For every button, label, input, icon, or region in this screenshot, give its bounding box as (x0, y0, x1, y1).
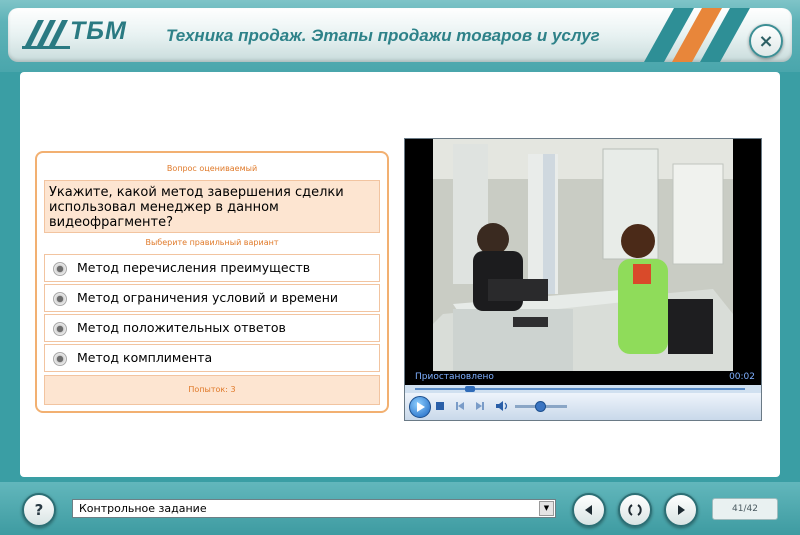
attempts-box: Попыток: 3 (44, 375, 380, 405)
volume-icon[interactable] (495, 400, 509, 412)
video-status-bar: Приостановлено 00:02 (405, 371, 761, 385)
page-counter: 41/42 (712, 498, 778, 520)
play-icon (417, 402, 425, 412)
playback-status: Приостановлено (415, 372, 494, 382)
attempts-counter: Попыток: 3 (188, 385, 236, 394)
close-button[interactable]: × (749, 24, 783, 58)
previous-page-button[interactable] (572, 493, 606, 527)
question-type-label: Вопрос оцениваемый (166, 164, 258, 173)
section-select-value: Контрольное задание (79, 502, 207, 515)
logo-text: ТБМ (70, 17, 127, 45)
question-box: Укажите, какой метод завершения сделки и… (44, 180, 380, 233)
radio-icon[interactable] (53, 352, 67, 366)
video-player: Приостановлено 00:02 (404, 138, 762, 421)
radio-icon[interactable] (53, 292, 67, 306)
volume-slider-thumb[interactable] (535, 401, 546, 412)
next-icon[interactable] (475, 401, 485, 411)
arrow-left-icon (585, 505, 592, 515)
video-frame[interactable] (433, 139, 733, 371)
answer-option-label: Метод ограничения условий и времени (77, 290, 338, 305)
seek-thumb[interactable] (465, 386, 475, 392)
arrow-right-icon (678, 505, 685, 515)
question-text: Укажите, какой метод завершения сделки и… (49, 185, 344, 230)
answer-option[interactable]: Метод положительных ответов (44, 314, 380, 342)
header-panel: ТБМ Техника продаж. Этапы продажи товаро… (8, 8, 792, 62)
help-button[interactable]: ? (22, 493, 56, 527)
page-title: Техника продаж. Этапы продажи товаров и … (166, 26, 600, 45)
chevron-down-icon[interactable]: ▼ (539, 501, 554, 516)
content-area: Вопрос оцениваемый Укажите, какой метод … (20, 72, 780, 477)
answer-option[interactable]: Метод ограничения условий и времени (44, 284, 380, 312)
playback-time: 00:02 (729, 372, 755, 382)
play-button[interactable] (409, 396, 431, 418)
answer-option-label: Метод комплимента (77, 350, 213, 365)
radio-icon[interactable] (53, 322, 67, 336)
header-bar: ТБМ Техника продаж. Этапы продажи товаро… (0, 0, 800, 72)
answer-option[interactable]: Метод перечисления преимуществ (44, 254, 380, 282)
seek-bar[interactable] (405, 385, 761, 393)
video-controls (405, 393, 761, 420)
question-panel: Вопрос оцениваемый Укажите, какой метод … (35, 151, 389, 413)
previous-icon[interactable] (455, 401, 465, 411)
answer-option-label: Метод перечисления преимуществ (77, 260, 311, 275)
stop-icon[interactable] (435, 401, 445, 411)
answer-option-label: Метод положительных ответов (77, 320, 286, 335)
replay-button[interactable] (618, 493, 652, 527)
replay-icon (628, 504, 642, 516)
question-instruction: Выберите правильный вариант (145, 238, 279, 247)
radio-icon[interactable] (53, 262, 67, 276)
next-page-button[interactable] (664, 493, 698, 527)
decorative-stripes-icon (644, 8, 750, 62)
section-select[interactable]: Контрольное задание ▼ (72, 499, 556, 518)
answer-option[interactable]: Метод комплимента (44, 344, 380, 372)
